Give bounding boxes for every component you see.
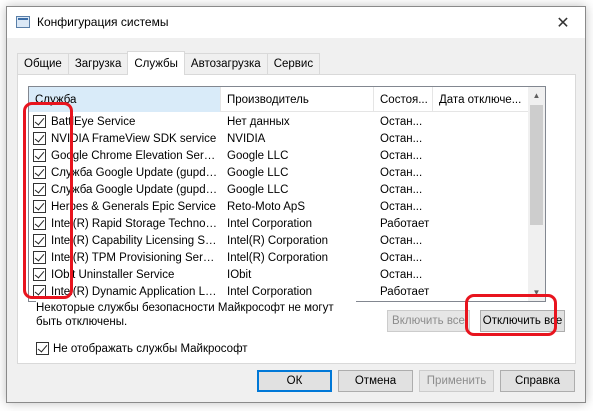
service-status: Остан... (380, 268, 423, 281)
hide-microsoft-checkbox-box[interactable] (36, 342, 49, 355)
service-name: Intel(R) Capability Licensing Ser... (51, 234, 219, 247)
service-name-cell: Heroes & Generals Epic Service (29, 200, 221, 213)
close-icon[interactable]: ✕ (541, 7, 585, 38)
service-status: Остан... (380, 166, 423, 179)
services-list[interactable]: Служба Производитель Состоя... Дата откл… (28, 86, 546, 302)
disable-all-button[interactable]: Отключить все (480, 310, 565, 332)
vertical-scrollbar[interactable]: ▲ ▼ (528, 87, 545, 301)
service-row[interactable]: NVIDIA FrameView SDK service NVIDIA Остан.… (29, 130, 530, 147)
service-name: Google Chrome Elevation Servic... (51, 149, 219, 162)
scroll-up-icon[interactable]: ▲ (528, 87, 545, 104)
enable-all-button[interactable]: Включить все (387, 310, 470, 332)
service-name: NVIDIA FrameView SDK service (51, 132, 217, 145)
service-name-cell: NVIDIA FrameView SDK service (29, 132, 221, 145)
window-title: Конфигурация системы (37, 15, 169, 29)
service-vendor: Google LLC (227, 149, 289, 162)
service-name: Heroes & Generals Epic Service (51, 200, 216, 213)
scroll-down-icon[interactable]: ▼ (528, 284, 545, 301)
service-checkbox[interactable] (33, 115, 46, 128)
service-status: Остан... (380, 183, 423, 196)
service-name: Intel(R) Dynamic Application Loa... (51, 285, 219, 298)
service-name: Intel(R) Rapid Storage Technology (51, 217, 219, 230)
service-checkbox[interactable] (33, 183, 46, 196)
service-name-cell: Intel(R) Rapid Storage Technology (29, 217, 221, 230)
service-name-cell: Google Chrome Elevation Servic... (29, 149, 221, 162)
service-vendor: Intel Corporation (227, 285, 313, 298)
service-vendor: Google LLC (227, 166, 289, 179)
service-name: BattlEye Service (51, 115, 136, 128)
service-vendor: NVIDIA (227, 132, 266, 145)
list-header: Служба Производитель Состоя... Дата откл… (29, 87, 530, 112)
service-vendor: Intel(R) Corporation (227, 251, 328, 264)
service-name-cell: IObit Uninstaller Service (29, 268, 221, 281)
service-name-cell: Intel(R) Capability Licensing Ser... (29, 234, 221, 247)
service-name: Служба Google Update (gupdat... (51, 183, 219, 196)
service-vendor: IObit (227, 268, 252, 281)
service-row[interactable]: Intel(R) Rapid Storage Technology Intel C… (29, 215, 530, 232)
tab-bar: Общие Загрузка Службы Автозагрузка Серви… (17, 51, 321, 75)
service-name: Intel(R) TPM Provisioning Service (51, 251, 219, 264)
service-checkbox[interactable] (33, 268, 46, 281)
system-configuration-window: Конфигурация системы ✕ Общие Загрузка Сл… (6, 6, 586, 403)
service-row[interactable]: IObit Uninstaller Service IObit Остан... (29, 266, 530, 283)
service-checkbox[interactable] (33, 132, 46, 145)
tab-services[interactable]: Службы (127, 51, 185, 75)
cancel-button[interactable]: Отмена (338, 370, 413, 392)
security-services-note: Некоторые службы безопасности Майкрософт… (36, 301, 356, 329)
tab-startup[interactable]: Автозагрузка (183, 53, 268, 74)
service-status: Работает (380, 217, 430, 230)
service-row[interactable]: BattlEye Service Нет данных Остан... (29, 113, 530, 130)
ok-button[interactable]: ОК (257, 370, 332, 392)
column-header-date-disabled[interactable]: Дата отключе... (433, 87, 530, 112)
service-checkbox[interactable] (33, 217, 46, 230)
service-vendor: Intel Corporation (227, 217, 313, 230)
hide-microsoft-services-checkbox[interactable]: Не отображать службы Майкрософт (36, 342, 248, 355)
service-row[interactable]: Служба Google Update (gupdate) Google LLC… (29, 164, 530, 181)
service-status: Остан... (380, 149, 423, 162)
hide-microsoft-label: Не отображать службы Майкрософт (53, 342, 248, 355)
service-status: Остан... (380, 200, 423, 213)
service-row[interactable]: Google Chrome Elevation Servic... Google … (29, 147, 530, 164)
tab-boot[interactable]: Загрузка (67, 53, 129, 74)
column-header-status[interactable]: Состоя... (374, 87, 433, 112)
service-status: Остан... (380, 251, 423, 264)
service-name-cell: Служба Google Update (gupdate) (29, 166, 221, 179)
service-checkbox[interactable] (33, 285, 46, 298)
service-row[interactable]: Intel(R) Dynamic Application Loa... Intel… (29, 283, 530, 300)
service-name-cell: Intel(R) Dynamic Application Loa... (29, 285, 221, 298)
tab-tools[interactable]: Сервис (266, 53, 321, 74)
service-row[interactable]: Служба Google Update (gupdat... Google LL… (29, 181, 530, 198)
service-name: IObit Uninstaller Service (51, 268, 175, 281)
service-vendor: Reto-Moto ApS (227, 200, 305, 213)
apply-button[interactable]: Применить (419, 370, 494, 392)
services-panel: Служба Производитель Состоя... Дата откл… (17, 74, 576, 364)
service-checkbox[interactable] (33, 234, 46, 247)
service-row[interactable]: Intel(R) Capability Licensing Ser... Inte… (29, 232, 530, 249)
tab-general[interactable]: Общие (17, 53, 69, 74)
help-button[interactable]: Справка (500, 370, 575, 392)
service-name-cell: Служба Google Update (gupdat... (29, 183, 221, 196)
title-bar: Конфигурация системы ✕ (7, 7, 585, 38)
service-status: Работает (380, 285, 430, 298)
column-header-service[interactable]: Служба (29, 87, 221, 112)
service-status: Остан... (380, 115, 423, 128)
service-name-cell: Intel(R) TPM Provisioning Service (29, 251, 221, 264)
service-row[interactable]: Intel(R) TPM Provisioning Service Intel(R… (29, 249, 530, 266)
column-header-vendor[interactable]: Производитель (221, 87, 374, 112)
service-checkbox[interactable] (33, 251, 46, 264)
service-name: Служба Google Update (gupdate) (51, 166, 219, 179)
service-checkbox[interactable] (33, 166, 46, 179)
scrollbar-thumb[interactable] (530, 105, 543, 225)
service-vendor: Intel(R) Corporation (227, 234, 328, 247)
service-checkbox[interactable] (33, 149, 46, 162)
service-vendor: Нет данных (227, 115, 290, 128)
service-rows: BattlEye Service Нет данных Остан... NVIDIA… (29, 113, 530, 301)
service-name-cell: BattlEye Service (29, 115, 221, 128)
service-checkbox[interactable] (33, 200, 46, 213)
service-status: Остан... (380, 132, 423, 145)
msconfig-app-icon (16, 16, 30, 28)
service-status: Остан... (380, 234, 423, 247)
service-vendor: Google LLC (227, 183, 289, 196)
service-row[interactable]: Heroes & Generals Epic Service Reto-Moto … (29, 198, 530, 215)
